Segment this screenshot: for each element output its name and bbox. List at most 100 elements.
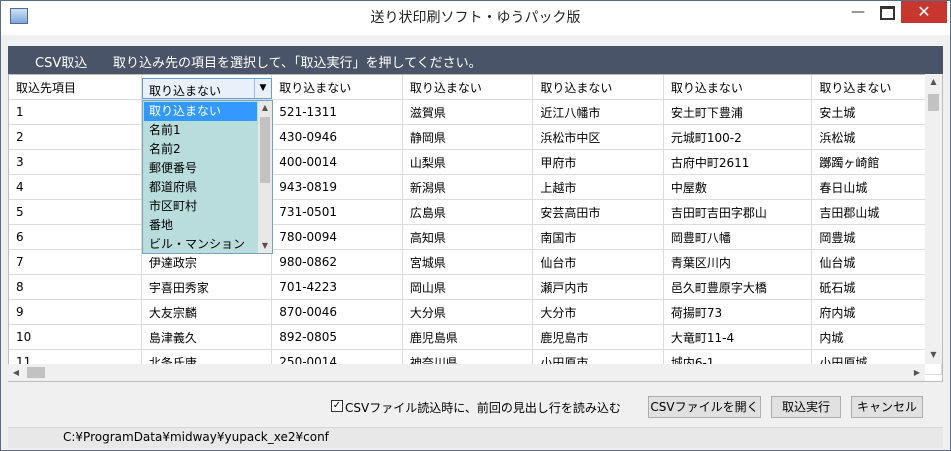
table-cell: 仙台城 <box>811 249 942 275</box>
dropdown-option[interactable]: 郵便番号 <box>144 159 257 178</box>
table-cell: 山梨県 <box>402 149 534 175</box>
instruction-bar: CSV取込 取り込み先の項目を選択して、「取込実行」を押してください。 <box>8 46 943 74</box>
dropdown-option[interactable]: 名前1 <box>144 121 257 140</box>
table-cell: 近江八幡市 <box>532 99 664 125</box>
table-cell: 安土町下豊浦 <box>663 99 813 125</box>
table-cell: 府内城 <box>811 299 942 325</box>
row-number-cell: 8 <box>9 274 142 300</box>
table-cell: 安土城 <box>811 99 942 125</box>
dropdown-option[interactable]: 取り込まない <box>144 102 257 121</box>
reuse-header-checkbox[interactable]: ✓ <box>331 400 343 412</box>
execute-import-button[interactable]: 取込実行 <box>771 396 841 418</box>
table-cell: 古府中町2611 <box>663 149 813 175</box>
row-number-cell: 3 <box>9 149 142 175</box>
table-row[interactable]: 10 島津義久 892-0805 鹿児島県 鹿児島市 大竜町11-4 内城 <box>9 324 942 350</box>
close-button[interactable]: ✕ <box>901 1 947 23</box>
table-cell: 鹿児島市 <box>532 324 664 350</box>
table-cell: 中屋敷 <box>663 174 813 200</box>
table-cell: 宮城県 <box>402 249 534 275</box>
minimize-button[interactable]: — <box>843 1 873 23</box>
table-cell: 大竜町11-4 <box>663 324 813 350</box>
table-cell: 鹿児島県 <box>402 324 534 350</box>
reuse-header-label[interactable]: CSVファイル読込時に、前回の見出し行を読み込む <box>345 399 621 416</box>
dropdown-option[interactable]: 名前2 <box>144 140 257 159</box>
row-number-cell: 5 <box>9 199 142 225</box>
table-cell: 浜松市中区 <box>532 124 664 150</box>
table-cell: 春日山城 <box>811 174 942 200</box>
table-cell: 内城 <box>811 324 942 350</box>
header-combo-cell[interactable]: 取り込まない <box>663 75 813 100</box>
header-combo-cell[interactable]: 取り込まない <box>532 75 664 100</box>
table-cell: 892-0805 <box>271 324 403 350</box>
status-bar: C:¥ProgramData¥midway¥yupack_xe2¥conf <box>8 427 943 448</box>
table-cell: 980-0862 <box>271 249 403 275</box>
table-cell: 吉田郡山城 <box>811 199 942 225</box>
scroll-left-icon[interactable]: ◀ <box>8 364 24 381</box>
table-cell: 宇喜田秀家 <box>141 274 273 300</box>
grid-vertical-scrollbar[interactable]: ▲ ▼ <box>925 74 942 364</box>
row-number-cell: 10 <box>9 324 142 350</box>
title-bar: 送り状印刷ソフト・ゆうパック版 — ✕ <box>1 1 950 35</box>
dropdown-option[interactable]: ビル・マンション <box>144 235 257 253</box>
scroll-down-icon[interactable]: ▼ <box>258 239 272 253</box>
dropdown-scroll-thumb[interactable] <box>260 117 270 183</box>
scroll-up-icon[interactable]: ▲ <box>258 101 272 115</box>
field-select-dropdown: 取り込まない 名前1 名前2 郵便番号 都道府県 市区町村 番地 ビル・マンション ▲ ▼ <box>142 100 273 254</box>
maximize-button[interactable] <box>873 1 901 23</box>
table-cell: 731-0501 <box>271 199 403 225</box>
table-cell: 広島県 <box>402 199 534 225</box>
table-cell: 430-0946 <box>271 124 403 150</box>
table-cell: 青葉区川内 <box>663 249 813 275</box>
table-cell: 岡山県 <box>402 274 534 300</box>
table-cell: 荷揚町73 <box>663 299 813 325</box>
scroll-up-icon[interactable]: ▲ <box>925 74 942 90</box>
scroll-down-icon[interactable]: ▼ <box>925 347 942 363</box>
dropdown-option[interactable]: 市区町村 <box>144 197 257 216</box>
open-csv-button[interactable]: CSVファイルを開く <box>648 396 761 418</box>
table-cell: 甲府市 <box>532 149 664 175</box>
cancel-button[interactable]: キャンセル <box>851 396 923 418</box>
chevron-down-icon[interactable]: ▼ <box>254 79 271 98</box>
table-cell: 砥石城 <box>811 274 942 300</box>
dropdown-option[interactable]: 番地 <box>144 216 257 235</box>
row-number-cell: 9 <box>9 299 142 325</box>
table-cell: 滋賀県 <box>402 99 534 125</box>
dropdown-scrollbar[interactable]: ▲ ▼ <box>258 101 272 253</box>
scroll-right-icon[interactable]: ▶ <box>909 364 925 381</box>
instruction-text: 取り込み先の項目を選択して、「取込実行」を押してください。 <box>113 56 482 71</box>
table-cell: 岡豊城 <box>811 224 942 250</box>
csv-import-label: CSV取込 <box>35 56 88 71</box>
table-row[interactable]: 9 大友宗麟 870-0046 大分県 大分市 荷揚町73 府内城 <box>9 299 942 325</box>
table-cell: 南国市 <box>532 224 664 250</box>
grid-horizontal-scrollbar[interactable]: ◀ ▶ <box>8 364 925 381</box>
table-cell: 安芸高田市 <box>532 199 664 225</box>
header-combo-cell[interactable]: 取り込まない <box>271 75 403 100</box>
row-number-cell: 7 <box>9 249 142 275</box>
table-cell: 上越市 <box>532 174 664 200</box>
header-combo-cell[interactable]: 取り込まない <box>811 75 942 100</box>
table-cell: 高知県 <box>402 224 534 250</box>
table-cell: 新潟県 <box>402 174 534 200</box>
table-cell: 943-0819 <box>271 174 403 200</box>
table-cell: 静岡県 <box>402 124 534 150</box>
table-cell: 浜松城 <box>811 124 942 150</box>
table-cell: 大分県 <box>402 299 534 325</box>
header-combo-cell[interactable]: 取り込まない <box>402 75 534 100</box>
row-number-cell: 2 <box>9 124 142 150</box>
horizontal-scroll-thumb[interactable] <box>27 367 45 378</box>
table-cell: 仙台市 <box>532 249 664 275</box>
table-cell: 701-4223 <box>271 274 403 300</box>
table-cell: 870-0046 <box>271 299 403 325</box>
table-cell: 元城町100-2 <box>663 124 813 150</box>
table-row[interactable]: 8 宇喜田秀家 701-4223 岡山県 瀬戸内市 邑久町豊原字大橋 砥石城 <box>9 274 942 300</box>
table-cell: 躑躅ヶ崎館 <box>811 149 942 175</box>
table-cell: 瀬戸内市 <box>532 274 664 300</box>
row-number-cell: 4 <box>9 174 142 200</box>
row-number-cell: 6 <box>9 224 142 250</box>
table-cell: 780-0094 <box>271 224 403 250</box>
config-path: C:¥ProgramData¥midway¥yupack_xe2¥conf <box>63 430 329 444</box>
field-select-value: 取り込まない <box>149 84 222 98</box>
field-select-combo[interactable]: 取り込まない ▼ <box>142 78 272 99</box>
dropdown-option[interactable]: 都道府県 <box>144 178 257 197</box>
vertical-scroll-thumb[interactable] <box>928 94 939 111</box>
